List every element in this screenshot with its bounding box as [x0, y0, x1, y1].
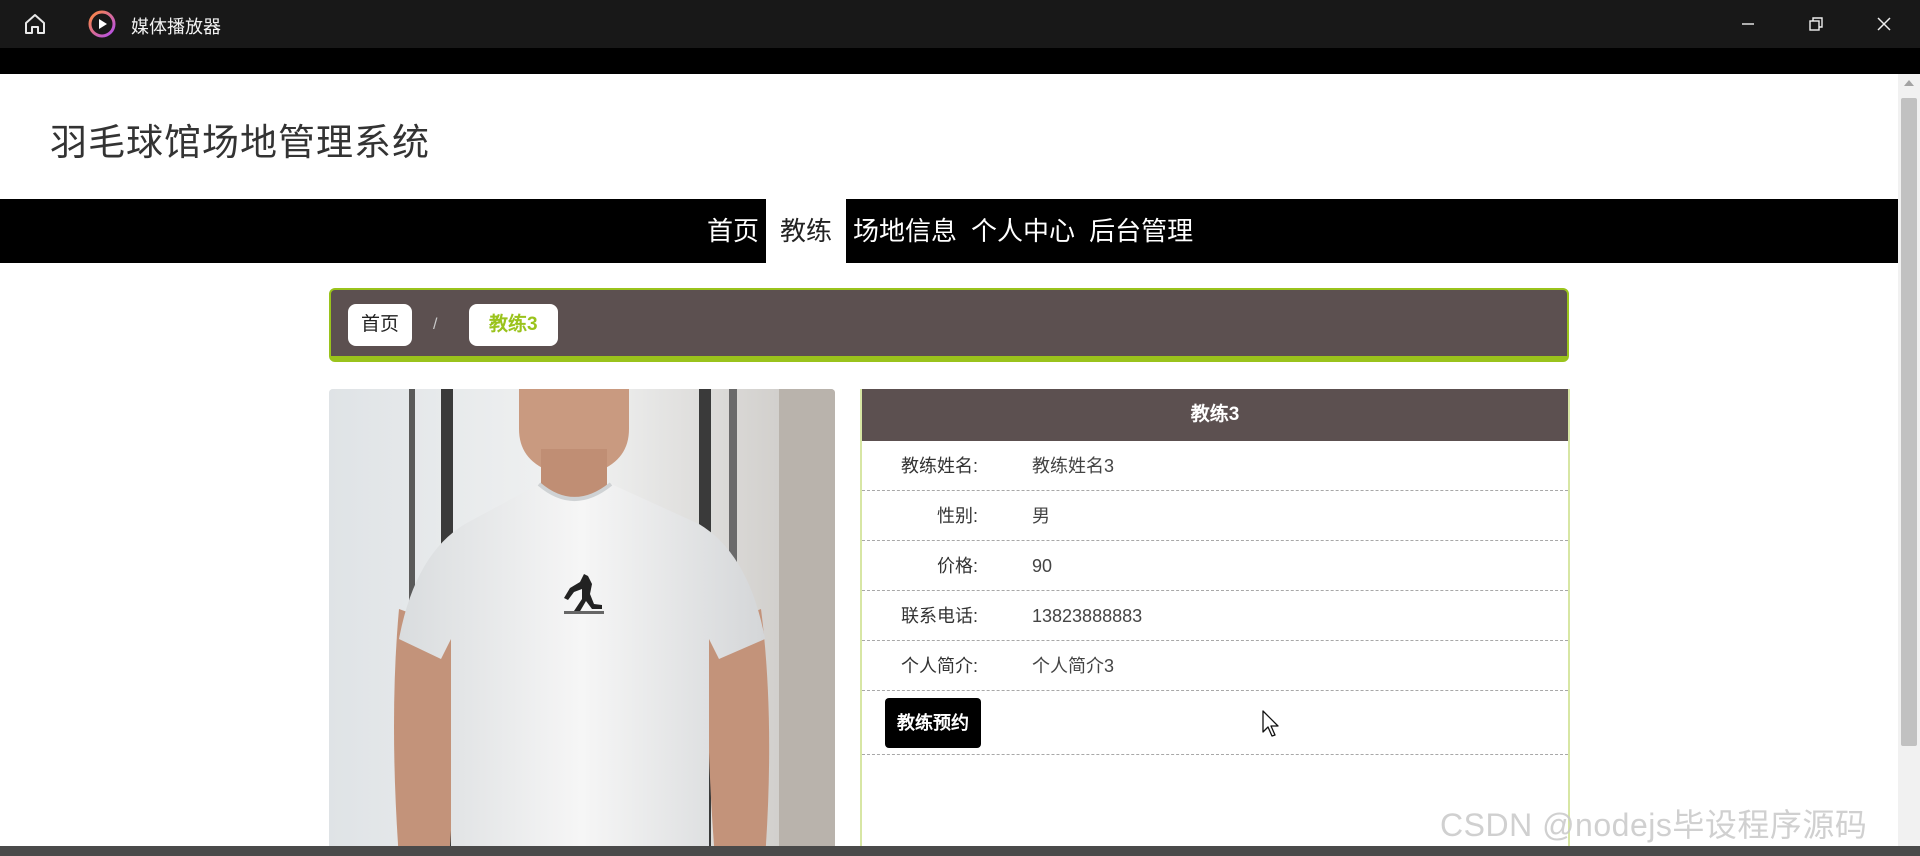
home-icon[interactable]: [22, 11, 48, 37]
restore-icon: [1809, 17, 1823, 31]
nav-item-coach[interactable]: 教练: [766, 199, 847, 263]
player-bottom-strip: [0, 846, 1920, 856]
field-row-gender: 性别: 男: [862, 491, 1568, 541]
field-row-phone: 联系电话: 13823888883: [862, 591, 1568, 641]
coach-photo-image: [329, 389, 835, 846]
detail-title: 教练3: [862, 389, 1568, 441]
minimize-icon: [1742, 23, 1754, 25]
page-scrollbar[interactable]: [1898, 74, 1920, 846]
breadcrumb-home[interactable]: 首页: [348, 304, 413, 346]
scroll-up-arrow-icon[interactable]: [1904, 80, 1914, 86]
field-value-price: 90: [1032, 556, 1053, 576]
field-value-gender: 男: [1032, 506, 1050, 526]
breadcrumb: 首页 / 教练3: [329, 288, 1569, 362]
breadcrumb-current: 教练3: [469, 304, 558, 346]
field-row-price: 价格: 90: [862, 541, 1568, 591]
close-button[interactable]: [1864, 6, 1904, 42]
book-coach-button[interactable]: 教练预约: [885, 698, 981, 748]
breadcrumb-separator: /: [433, 316, 438, 333]
field-label-price: 价格:: [936, 556, 978, 576]
nav-item-home[interactable]: 首页: [700, 199, 766, 263]
screen: 媒体播放器 羽毛球馆场地管理系统 首页 教练 场地信息 个人中心 后台管理 首页…: [0, 0, 1920, 856]
field-value-name: 教练姓名3: [1032, 456, 1115, 476]
detail-actions: 教练预约: [862, 691, 1568, 755]
field-label-phone: 联系电话:: [900, 606, 978, 626]
window-titlebar: 媒体播放器: [0, 0, 1920, 48]
watermark: CSDN @nodejs毕设程序源码: [1440, 807, 1868, 843]
field-row-bio: 个人简介: 个人简介3: [862, 641, 1568, 691]
field-row-name: 教练姓名: 教练姓名3: [862, 441, 1568, 491]
coach-photo: [329, 389, 835, 846]
coach-detail-panel: 教练3 教练姓名: 教练姓名3 性别: 男 价格: 90 联系电话: 13823…: [860, 389, 1570, 846]
field-label-gender: 性别:: [936, 506, 978, 526]
nav-item-venue-info[interactable]: 场地信息: [846, 199, 964, 263]
field-label-bio: 个人简介:: [900, 656, 978, 676]
video-letterbox-top: [0, 48, 1920, 74]
field-label-name: 教练姓名:: [900, 456, 978, 476]
media-player-app-icon: [88, 10, 116, 38]
close-icon: [1877, 17, 1891, 31]
nav-item-personal-center[interactable]: 个人中心: [964, 199, 1082, 263]
main-nav: 首页 教练 场地信息 个人中心 后台管理: [0, 199, 1898, 263]
mouse-pointer-icon: [1262, 710, 1279, 737]
restore-button[interactable]: [1796, 6, 1836, 42]
field-value-phone: 13823888883: [1032, 606, 1143, 626]
nav-item-admin[interactable]: 后台管理: [1082, 199, 1200, 263]
site-title: 羽毛球馆场地管理系统: [50, 122, 430, 163]
scrollbar-thumb[interactable]: [1901, 98, 1917, 746]
field-value-bio: 个人简介3: [1032, 656, 1115, 676]
minimize-button[interactable]: [1728, 6, 1768, 42]
web-page: 羽毛球馆场地管理系统 首页 教练 场地信息 个人中心 后台管理 首页 / 教练3: [0, 74, 1898, 846]
app-title: 媒体播放器: [131, 17, 221, 37]
